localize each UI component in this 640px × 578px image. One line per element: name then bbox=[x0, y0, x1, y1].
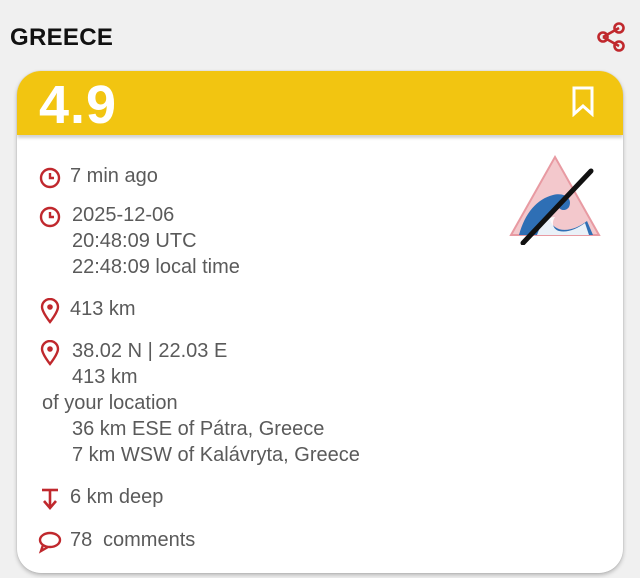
coordinates-text: 38.02 N | 22.03 E bbox=[72, 340, 228, 362]
comments-label: comments bbox=[103, 529, 196, 551]
date-text: 2025-12-06 bbox=[72, 204, 175, 226]
utc-time-text: 20:48:09 UTC bbox=[72, 230, 197, 252]
no-tsunami-icon bbox=[509, 154, 601, 245]
earthquake-card[interactable]: 4.9 7 min ago 2025-12-06 20:48:09 UTC 22… bbox=[17, 71, 623, 573]
bookmark-icon bbox=[572, 86, 594, 117]
distance-from-you-text: 413 km bbox=[72, 366, 138, 388]
clock-icon bbox=[37, 165, 63, 191]
comment-bubble-icon bbox=[37, 529, 63, 555]
share-icon bbox=[597, 22, 625, 52]
top-bar: GREECE bbox=[0, 0, 640, 70]
location-pin-icon bbox=[37, 298, 63, 324]
distance-suffix-text: of your location bbox=[42, 392, 178, 414]
share-button[interactable] bbox=[592, 18, 630, 56]
depth-text: 6 km deep bbox=[70, 486, 164, 508]
bookmark-button[interactable] bbox=[565, 83, 601, 119]
location-pin-icon bbox=[37, 340, 63, 366]
magnitude-value: 4.9 bbox=[39, 75, 118, 135]
depth-arrow-icon bbox=[37, 486, 63, 512]
clock-icon bbox=[37, 204, 63, 230]
local-time-text: 22:48:09 local time bbox=[72, 256, 240, 278]
country-title: GREECE bbox=[10, 24, 114, 51]
nearby-city-1: 36 km ESE of Pátra, Greece bbox=[72, 418, 325, 440]
magnitude-bar: 4.9 bbox=[17, 71, 623, 135]
nearby-city-2: 7 km WSW of Kalávryta, Greece bbox=[72, 444, 360, 466]
distance-text: 413 km bbox=[70, 298, 136, 320]
time-ago-text: 7 min ago bbox=[70, 165, 158, 187]
comments-count: 78 bbox=[70, 529, 93, 551]
